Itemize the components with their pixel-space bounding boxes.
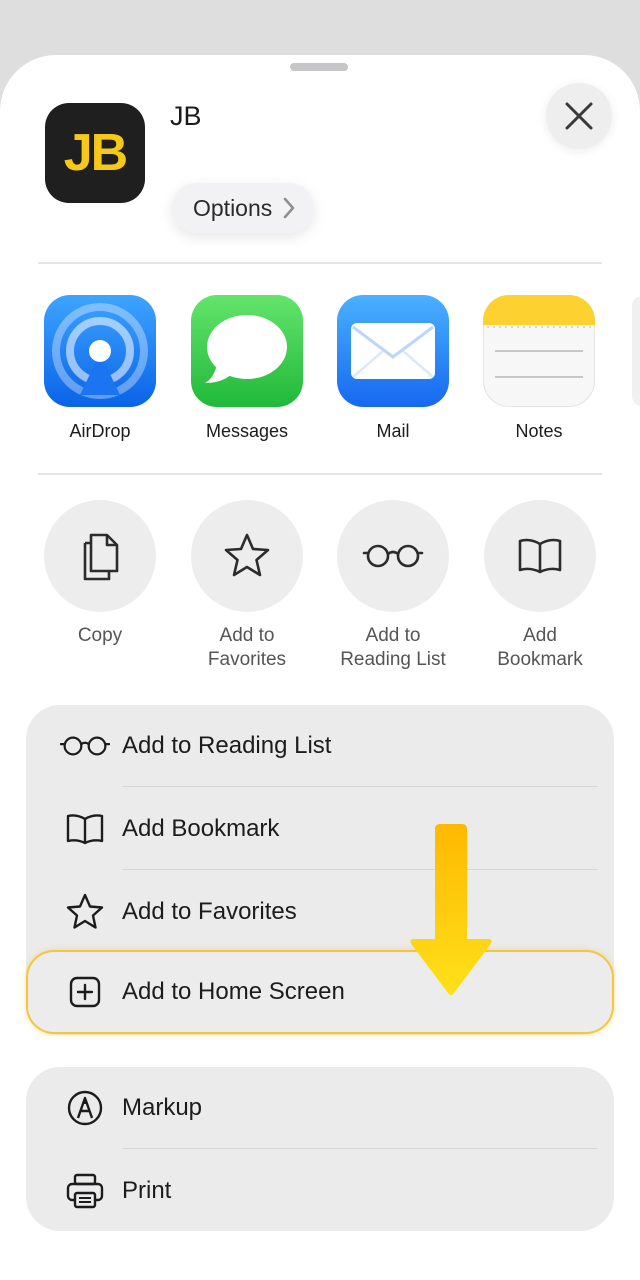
menu-item-label: Add to Reading List	[122, 732, 332, 759]
menu-item-print[interactable]: Print	[26, 1150, 614, 1232]
menu-item-label: Add to Favorites	[122, 898, 297, 925]
divider	[38, 262, 602, 264]
sheet-grabber[interactable]	[290, 63, 348, 71]
app-icon: JB	[45, 103, 145, 203]
notes-icon	[483, 295, 595, 407]
glasses-icon	[60, 726, 110, 766]
menu-item-add-to-favorites[interactable]: Add to Favorites	[26, 871, 614, 953]
action-copy[interactable]: Copy	[20, 500, 180, 648]
options-button[interactable]: Options	[172, 183, 315, 233]
share-app-messages[interactable]: Messages	[174, 295, 320, 442]
action-label: Copy	[78, 624, 122, 648]
menu-item-label: Markup	[122, 1094, 203, 1121]
action-label: Add to Reading List	[340, 624, 446, 672]
menu-item-label: Add Bookmark	[122, 815, 280, 842]
options-label: Options	[193, 194, 273, 221]
action-label-line1: Copy	[77, 625, 123, 646]
star-icon	[60, 892, 110, 932]
share-app-airdrop[interactable]: AirDrop	[27, 295, 173, 442]
share-apps-row: AirDrop Messages Mail Notes	[0, 295, 640, 455]
menu-item-add-to-home-screen[interactable]: Add to Home Screen	[26, 950, 614, 1034]
messages-icon	[191, 295, 303, 407]
share-app-peek[interactable]	[632, 296, 640, 406]
arrow-down-icon	[410, 824, 492, 995]
airdrop-icon	[44, 295, 156, 407]
close-icon	[565, 102, 593, 130]
menu-item-add-to-reading-list[interactable]: Add to Reading List	[26, 705, 614, 787]
plus-square-icon	[60, 972, 110, 1012]
menu-item-markup[interactable]: Markup	[26, 1067, 614, 1149]
share-sheet: JB JB Options AirDrop Messages Mail Note…	[0, 55, 640, 1280]
action-label-line2: Reading List	[340, 649, 446, 670]
close-button[interactable]	[546, 83, 612, 149]
glasses-icon	[337, 500, 449, 612]
quick-actions-row: Copy Add to Favorites Add to Reading Lis…	[0, 500, 640, 680]
share-app-mail[interactable]: Mail	[320, 295, 466, 442]
menu-item-label: Add to Home Screen	[122, 978, 345, 1005]
app-icon-text: JB	[63, 124, 129, 182]
star-icon	[191, 500, 303, 612]
action-add-bookmark[interactable]: Add Bookmark	[460, 500, 620, 672]
share-app-label: Notes	[515, 421, 563, 441]
row-separator	[122, 1147, 598, 1149]
book-icon	[60, 809, 110, 849]
menu-item-label: Print	[122, 1177, 172, 1204]
share-app-label: Messages	[205, 421, 289, 441]
mail-icon	[337, 295, 449, 407]
copy-icon	[44, 500, 156, 612]
divider	[38, 473, 602, 475]
action-add-to-reading-list[interactable]: Add to Reading List	[313, 500, 473, 672]
menu-item-add-bookmark[interactable]: Add Bookmark	[26, 788, 614, 870]
menu-group-tools: Markup Print	[26, 1067, 614, 1231]
action-label-line1: Add	[523, 625, 557, 646]
page-title: JB	[170, 101, 202, 131]
action-label-line2: Bookmark	[497, 649, 583, 670]
chevron-right-icon	[283, 197, 295, 219]
action-label: Add Bookmark	[497, 624, 583, 672]
action-label-line2: Favorites	[207, 649, 287, 670]
action-add-to-favorites[interactable]: Add to Favorites	[167, 500, 327, 672]
row-separator	[122, 868, 598, 870]
menu-item-row: Add to Home Screen	[26, 952, 614, 1032]
printer-icon	[60, 1171, 110, 1211]
share-app-label: Mail	[376, 421, 410, 441]
share-app-notes[interactable]: Notes	[466, 295, 612, 442]
share-app-label: AirDrop	[69, 421, 131, 441]
action-label-line1: Add to	[219, 625, 275, 646]
row-separator	[122, 785, 598, 787]
markup-icon	[60, 1088, 110, 1128]
book-icon	[484, 500, 596, 612]
action-label-line1: Add to	[365, 625, 421, 646]
action-label: Add to Favorites	[208, 624, 286, 672]
